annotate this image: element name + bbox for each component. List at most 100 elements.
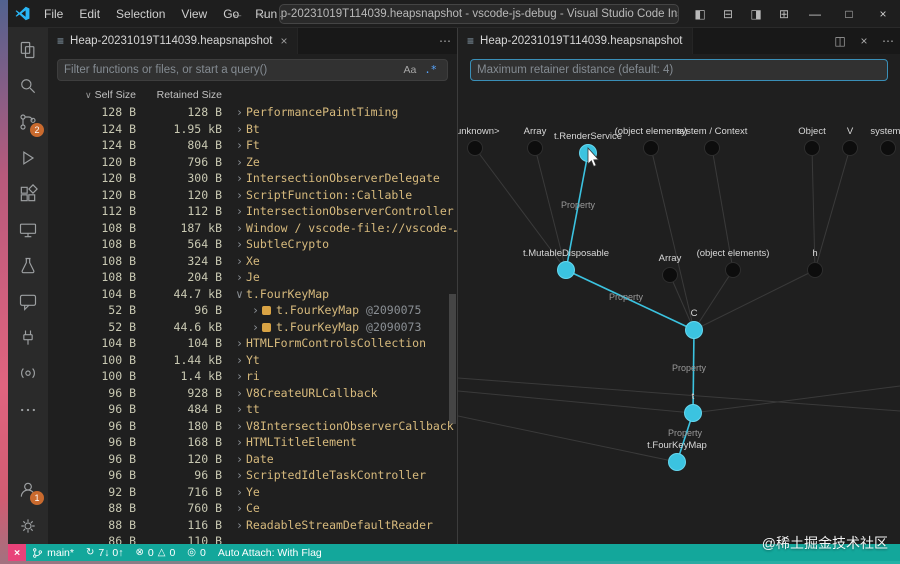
menu-view[interactable]: View [173,0,215,28]
run-debug-icon[interactable] [8,140,48,176]
graph-node[interactable] [643,140,659,156]
table-row[interactable]: 96 B 96 B › ScriptedIdleTaskController [48,467,457,484]
table-row[interactable]: 120 B 796 B › Ze [48,154,457,171]
explorer-icon[interactable] [8,32,48,68]
table-row[interactable]: 124 B 804 B › Ft [48,137,457,154]
expand-chevron-icon[interactable]: › [236,253,246,270]
table-row[interactable]: 108 B 204 B › Je [48,269,457,286]
table-row[interactable]: 96 B 120 B › Date [48,451,457,468]
graph-node[interactable] [527,140,543,156]
table-row[interactable]: 88 B 116 B › ReadableStreamDefaultReader [48,517,457,534]
expand-chevron-icon[interactable]: › [236,517,246,534]
account-icon[interactable]: 1 [8,472,48,508]
source-control-icon[interactable]: 2 [8,104,48,140]
table-row[interactable]: 100 B 1.44 kB › Yt [48,352,457,369]
graph-node[interactable] [880,140,896,156]
expand-chevron-icon[interactable]: › [252,302,262,319]
graph-node[interactable] [842,140,858,156]
expand-chevron-icon[interactable]: › [236,385,246,402]
retainer-distance-input[interactable] [477,64,881,76]
graph-node[interactable] [685,321,703,339]
table-row[interactable]: 88 B 760 B › Ce [48,500,457,517]
table-row[interactable]: 96 B 180 B › V8IntersectionObserverCallback [48,418,457,435]
plug-icon[interactable] [8,320,48,356]
customize-layout-icon[interactable]: ⊞ [770,7,798,21]
column-retained-size[interactable]: Retained Size [140,89,226,101]
expand-chevron-icon[interactable]: › [236,401,246,418]
toggle-secondary-sidebar-icon[interactable]: ◨ [742,7,770,21]
table-row[interactable]: 108 B 564 B › SubtleCrypto [48,236,457,253]
expand-chevron-icon[interactable]: › [236,154,246,171]
auto-attach-indicator[interactable]: Auto Attach: With Flag [212,544,328,561]
table-row[interactable]: 104 B 44.7 kB ∨ t.FourKeyMap [48,286,457,303]
graph-node[interactable] [807,262,823,278]
left-group-more-icon[interactable]: ⋯ [433,34,457,48]
toggle-panel-icon[interactable]: ⊟ [714,7,742,21]
expand-chevron-icon[interactable]: › [236,236,246,253]
close-group-icon[interactable]: × [852,34,876,48]
branch-indicator[interactable]: main* [26,544,80,561]
expand-chevron-icon[interactable]: › [236,121,246,138]
expand-chevron-icon[interactable]: › [236,352,246,369]
remote-explorer-icon[interactable] [8,212,48,248]
table-row[interactable]: 92 B 716 B › Ye [48,484,457,501]
toggle-sidebar-icon[interactable]: ◧ [686,7,714,21]
expand-chevron-icon[interactable]: › [236,203,246,220]
filter-input[interactable] [64,64,400,76]
search-icon[interactable] [8,68,48,104]
expand-chevron-icon[interactable]: › [236,220,246,237]
sync-indicator[interactable]: ↻ 7↓ 0↑ [80,544,130,561]
table-row[interactable]: 86 B 110 B [48,533,457,544]
graph-node[interactable] [725,262,741,278]
table-row[interactable]: 108 B 187 kB › Window / vscode-file://vscod… [48,220,457,237]
table-row[interactable]: 104 B 104 B › HTMLFormControlsCollection [48,335,457,352]
expand-chevron-icon[interactable]: › [236,170,246,187]
table-row[interactable]: 52 B 44.6 kB › t.FourKeyMap @2090073 [48,319,457,336]
test-flask-icon[interactable] [8,248,48,284]
expand-chevron-icon[interactable]: › [236,484,246,501]
expand-chevron-icon[interactable]: › [236,500,246,517]
expand-chevron-icon[interactable]: › [236,368,246,385]
menu-edit[interactable]: Edit [71,0,108,28]
graph-node[interactable] [804,140,820,156]
expand-chevron-icon[interactable]: › [236,451,246,468]
extensions-icon[interactable] [8,176,48,212]
case-sensitive-toggle[interactable]: Aa [400,64,421,76]
navigate-back-icon[interactable]: ← [229,6,246,21]
table-row[interactable]: 96 B 928 B › V8CreateURLCallback [48,385,457,402]
retainer-graph[interactable]: Property Property Property Property <unknown… [458,86,900,544]
table-row[interactable]: 120 B 120 B › ScriptFunction::Callable [48,187,457,204]
table-row[interactable]: 96 B 168 B › HTMLTitleElement [48,434,457,451]
graph-node[interactable] [668,453,686,471]
graph-node[interactable] [684,404,702,422]
chat-icon[interactable] [8,284,48,320]
table-row[interactable]: 124 B 1.95 kB › Bt [48,121,457,138]
graph-node[interactable] [467,140,483,156]
graph-node[interactable] [704,140,720,156]
table-row[interactable]: 100 B 1.4 kB › ri [48,368,457,385]
expand-chevron-icon[interactable]: › [252,319,262,336]
split-editor-icon[interactable]: ◫ [828,34,852,48]
table-row[interactable]: 120 B 300 B › IntersectionObserverDelegate [48,170,457,187]
regex-toggle[interactable]: .* [420,64,441,76]
maximize-button[interactable]: □ [832,0,866,28]
table-row[interactable]: 128 B 128 B › PerformancePaintTiming [48,104,457,121]
table-row[interactable]: 108 B 324 B › Xe [48,253,457,270]
expand-chevron-icon[interactable]: › [236,335,246,352]
command-center[interactable]: Heap-20231019T114039.heapsnapshot - vsco… [279,3,679,24]
expand-chevron-icon[interactable]: ∨ [236,286,246,303]
broadcast-icon[interactable] [8,356,48,392]
expand-chevron-icon[interactable]: › [236,104,246,121]
tab-heapsnapshot-left[interactable]: ≡ Heap-20231019T114039.heapsnapshot × [48,28,298,54]
problems-indicator[interactable]: ⊗ 0 △ 0 [130,544,182,561]
more-actions-icon[interactable] [8,392,48,428]
close-button[interactable]: × [866,0,900,28]
expand-chevron-icon[interactable]: › [236,137,246,154]
expand-chevron-icon[interactable]: › [236,434,246,451]
expand-chevron-icon[interactable]: › [236,467,246,484]
graph-node[interactable] [557,261,575,279]
expand-chevron-icon[interactable]: › [236,187,246,204]
counter-indicator[interactable]: ◎ 0 [181,544,212,561]
menu-file[interactable]: File [36,0,71,28]
table-row[interactable]: 52 B 96 B › t.FourKeyMap @2090075 [48,302,457,319]
